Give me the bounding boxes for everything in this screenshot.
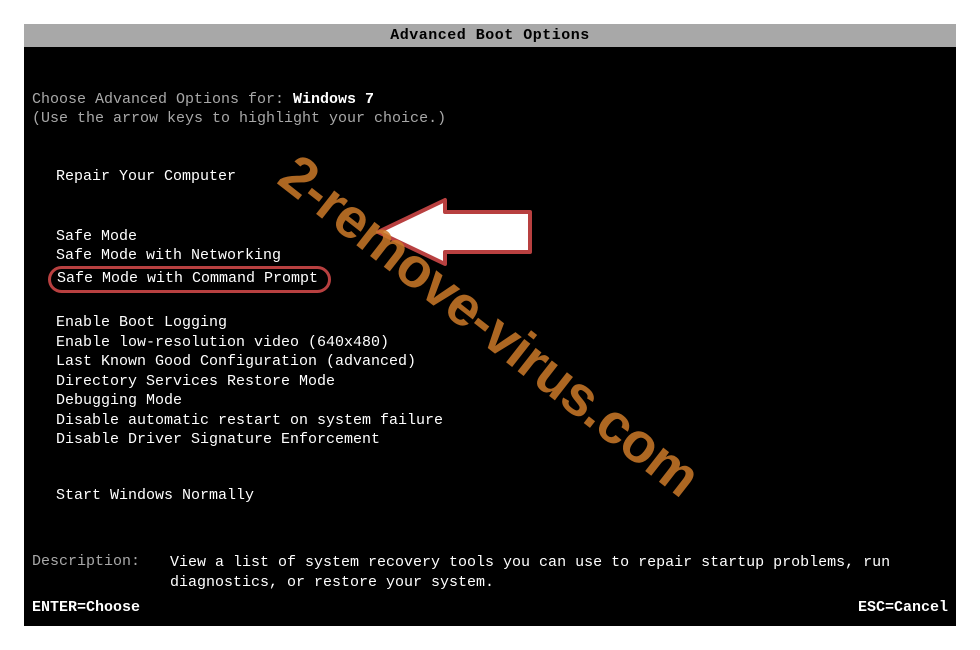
footer-esc-cancel: ESC=Cancel (858, 599, 948, 616)
menu-item-repair-computer[interactable]: Repair Your Computer (56, 167, 948, 187)
footer-enter-choose: ENTER=Choose (32, 599, 140, 616)
heading-prefix: Choose Advanced Options for: (32, 91, 293, 108)
menu-group-repair: Repair Your Computer (32, 167, 948, 187)
menu-item-safe-mode-cmd-wrapper: Safe Mode with Command Prompt (56, 266, 948, 294)
menu-item-disable-auto-restart[interactable]: Disable automatic restart on system fail… (56, 411, 948, 431)
menu-group-safemode: Safe Mode Safe Mode with Networking Safe… (32, 227, 948, 294)
description-text: View a list of system recovery tools you… (170, 553, 948, 594)
menu-item-safe-mode-networking[interactable]: Safe Mode with Networking (56, 246, 948, 266)
menu-item-disable-driver-sig[interactable]: Disable Driver Signature Enforcement (56, 430, 948, 450)
title-bar: Advanced Boot Options (24, 24, 956, 47)
menu-group-normal: Start Windows Normally (32, 486, 948, 506)
menu-item-ds-restore[interactable]: Directory Services Restore Mode (56, 372, 948, 392)
description-block: Description: View a list of system recov… (32, 553, 948, 594)
content-area: Choose Advanced Options for: Windows 7 (… (24, 91, 956, 594)
footer-bar: ENTER=Choose ESC=Cancel (32, 599, 948, 616)
menu-item-debugging-mode[interactable]: Debugging Mode (56, 391, 948, 411)
description-label: Description: (32, 553, 170, 594)
heading-line: Choose Advanced Options for: Windows 7 (32, 91, 948, 108)
menu-group-advanced: Enable Boot Logging Enable low-resolutio… (32, 313, 948, 450)
menu-item-last-known-good[interactable]: Last Known Good Configuration (advanced) (56, 352, 948, 372)
boot-screen: Advanced Boot Options Choose Advanced Op… (24, 24, 956, 626)
menu-item-safe-mode[interactable]: Safe Mode (56, 227, 948, 247)
menu-item-start-normally[interactable]: Start Windows Normally (56, 486, 948, 506)
sub-heading: (Use the arrow keys to highlight your ch… (32, 110, 948, 127)
menu-item-safe-mode-cmd[interactable]: Safe Mode with Command Prompt (48, 266, 331, 294)
menu-item-low-res-video[interactable]: Enable low-resolution video (640x480) (56, 333, 948, 353)
menu-item-boot-logging[interactable]: Enable Boot Logging (56, 313, 948, 333)
os-name: Windows 7 (293, 91, 374, 108)
